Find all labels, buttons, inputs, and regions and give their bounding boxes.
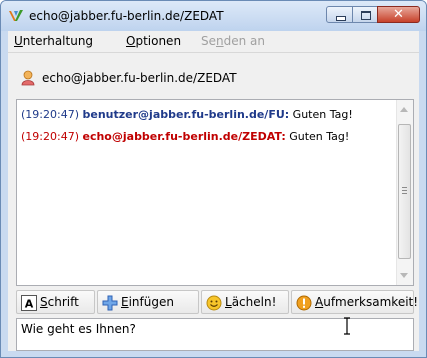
minimize-icon xyxy=(336,16,346,21)
menu-unterhaltung[interactable]: Unterhaltung xyxy=(14,34,93,48)
format-toolbar: A Schrift Einfügen Lächeln! Aufmerksamke… xyxy=(16,290,418,315)
text-cursor-icon xyxy=(344,317,350,335)
contact-header: echo@jabber.fu-berlin.de/ZEDAT xyxy=(8,53,419,99)
message-text: Guten Tag! xyxy=(292,108,353,121)
minimize-button[interactable] xyxy=(326,6,353,23)
attention-button[interactable]: Aufmerksamkeit! xyxy=(291,290,418,314)
menu-optionen[interactable]: Optionen xyxy=(126,34,181,48)
scroll-up-icon[interactable] xyxy=(400,107,408,112)
button-label-post: chrift xyxy=(47,295,79,309)
insert-plus-icon xyxy=(102,295,118,311)
user-avatar-icon xyxy=(21,70,35,86)
close-button[interactable]: ✕ xyxy=(377,6,420,23)
font-button[interactable]: A Schrift xyxy=(16,290,95,314)
title-bar[interactable]: echo@jabber.fu-berlin.de/ZEDAT ✕ xyxy=(1,1,426,31)
message-input[interactable]: Wie geht es Ihnen? xyxy=(16,318,414,351)
chat-message: (19:20:47) benutzer@jabber.fu-berlin.de/… xyxy=(21,108,353,121)
svg-text:A: A xyxy=(25,298,34,311)
button-accelerator: E xyxy=(121,295,129,309)
grip-line xyxy=(402,187,407,188)
chat-scrollbar[interactable] xyxy=(396,100,413,285)
smiley-icon xyxy=(206,295,222,311)
maximize-icon xyxy=(361,11,371,20)
message-timestamp: (19:20:47) xyxy=(21,108,79,121)
chat-log[interactable]: (19:20:47) benutzer@jabber.fu-berlin.de/… xyxy=(16,99,414,286)
scroll-down-icon[interactable] xyxy=(400,273,408,278)
button-accelerator: L xyxy=(225,295,232,309)
scroll-thumb[interactable] xyxy=(398,124,411,259)
message-timestamp: (19:20:47) xyxy=(21,130,79,143)
chat-message: (19:20:47) echo@jabber.fu-berlin.de/ZEDA… xyxy=(21,130,349,143)
button-accelerator: A xyxy=(315,295,324,309)
maximize-button[interactable] xyxy=(352,6,378,23)
button-label-post: ächeln! xyxy=(231,295,277,309)
insert-button[interactable]: Einfügen xyxy=(97,290,199,314)
button-label-post: infügen xyxy=(128,295,174,309)
contact-name: echo@jabber.fu-berlin.de/ZEDAT xyxy=(42,71,237,85)
button-accelerator: S xyxy=(40,295,48,309)
message-sender: benutzer@jabber.fu-berlin.de/FU: xyxy=(82,108,290,121)
menu-bar: Unterhaltung Optionen Senden an xyxy=(8,31,419,51)
menu-label-post: ptionen xyxy=(135,34,182,48)
chat-window: echo@jabber.fu-berlin.de/ZEDAT ✕ Unterha… xyxy=(0,0,427,358)
menu-accelerator: n xyxy=(216,34,224,48)
menu-label-post: den an xyxy=(223,34,265,48)
attention-icon xyxy=(296,295,312,311)
message-text: Guten Tag! xyxy=(289,130,350,143)
menu-accelerator: U xyxy=(14,34,23,48)
button-label-post: ufmerksamkeit! xyxy=(323,295,419,309)
menu-senden-an[interactable]: Senden an xyxy=(201,34,265,48)
grip-line xyxy=(402,193,407,194)
menu-label-post: nterhaltung xyxy=(22,34,94,48)
menu-label-pre: Se xyxy=(201,34,216,48)
close-icon: ✕ xyxy=(393,7,404,22)
smile-button[interactable]: Lächeln! xyxy=(201,290,289,314)
window-title: echo@jabber.fu-berlin.de/ZEDAT xyxy=(29,9,224,23)
jabber-v-icon xyxy=(9,10,23,21)
font-a-icon: A xyxy=(21,295,37,311)
grip-line xyxy=(402,190,407,191)
message-input-text: Wie geht es Ihnen? xyxy=(21,322,136,336)
window-client: Unterhaltung Optionen Senden an echo@jab… xyxy=(8,31,419,351)
message-sender: echo@jabber.fu-berlin.de/ZEDAT: xyxy=(82,130,286,143)
